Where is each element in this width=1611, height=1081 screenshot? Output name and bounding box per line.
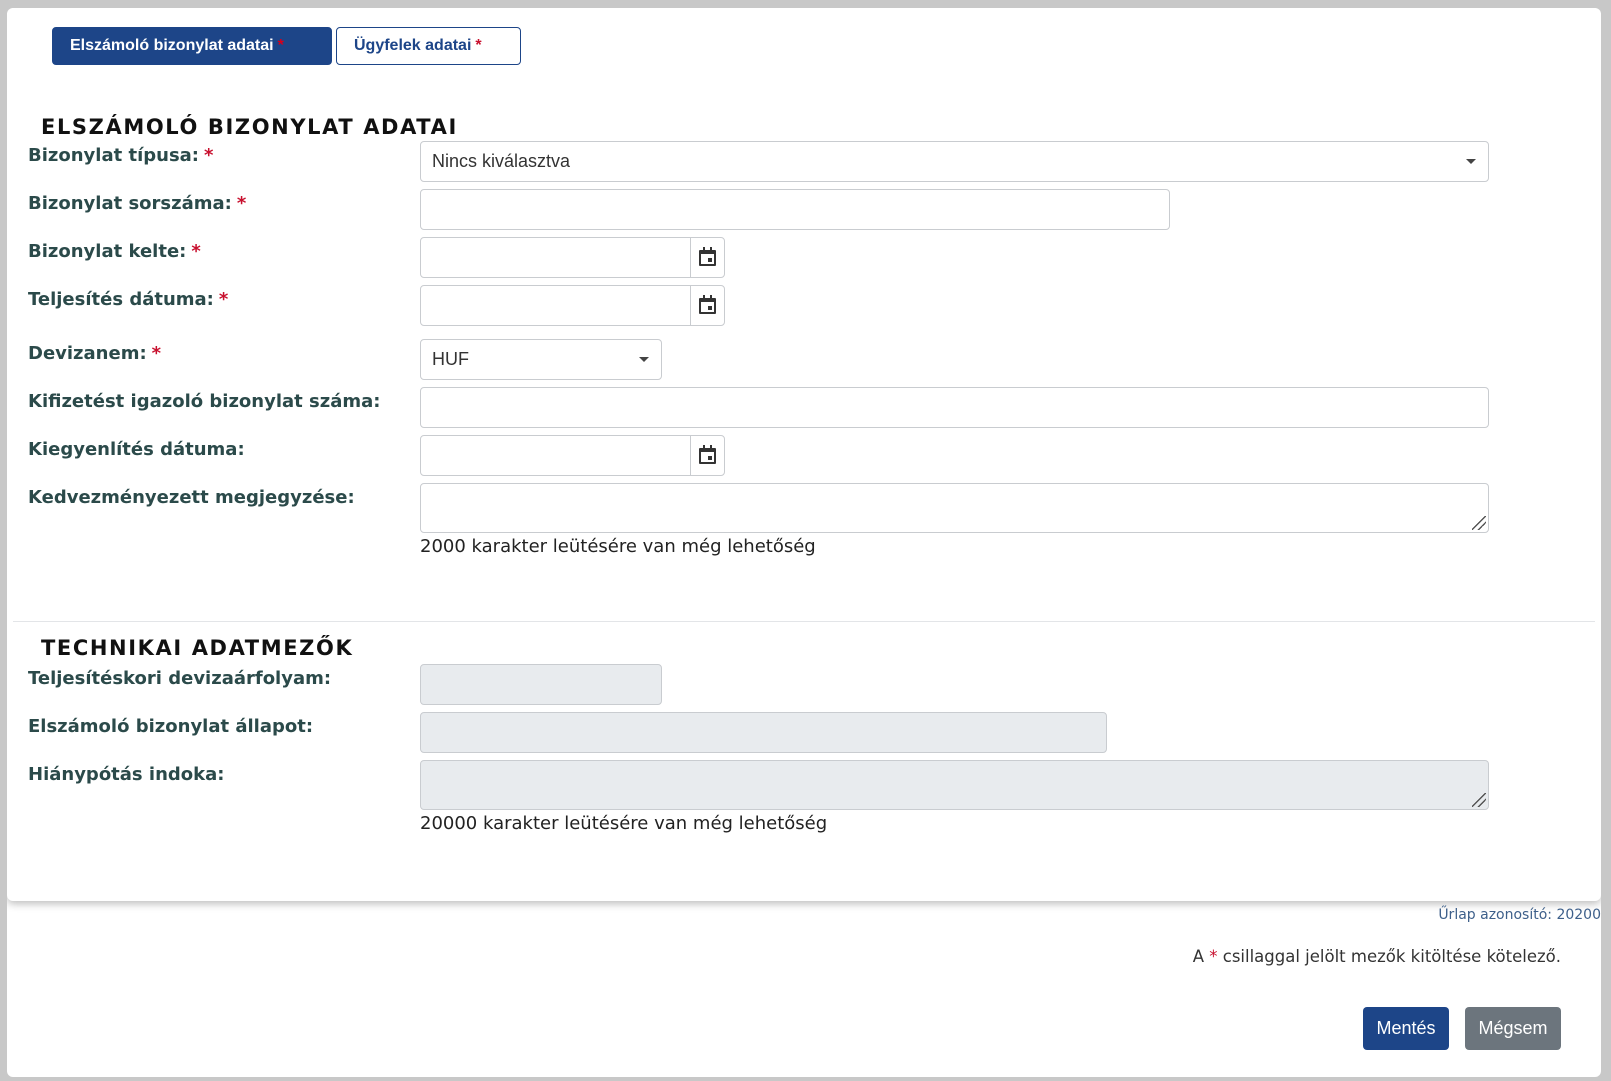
calendar-icon [699, 294, 716, 314]
label-settlement-date: Kiegyenlítés dátuma: [28, 439, 245, 460]
section-divider [13, 621, 1595, 622]
currency-select[interactable]: HUF [420, 339, 662, 380]
calendar-button[interactable] [690, 238, 724, 277]
tab-clients-data[interactable]: Ügyfelek adatai * [336, 27, 521, 65]
label-deficiency-reason: Hiánypótás indoka: [28, 764, 225, 785]
calendar-button[interactable] [690, 286, 724, 325]
label-payment-doc-number: Kifizetést igazoló bizonylat száma: [28, 391, 381, 412]
section-title-document: ELSZÁMOLÓ BIZONYLAT ADATAI [41, 115, 458, 139]
chevron-down-icon [639, 357, 649, 362]
label-exchange-rate: Teljesítéskori devizaárfolyam: [28, 668, 332, 689]
tab-label: Elszámoló bizonylat adatai [70, 37, 274, 54]
doc-status-input [420, 712, 1107, 753]
calendar-button[interactable] [690, 436, 724, 475]
tab-label: Ügyfelek adatai [354, 37, 472, 54]
chevron-down-icon [1466, 159, 1476, 164]
label-doc-type: Bizonylat típusa: * [28, 145, 214, 166]
cancel-button[interactable]: Mégsem [1465, 1007, 1561, 1050]
deficiency-reason-textarea [420, 760, 1489, 810]
doc-date-input[interactable] [420, 237, 725, 278]
required-mark: * [475, 37, 482, 54]
settlement-date-input[interactable] [420, 435, 725, 476]
save-button[interactable]: Mentés [1363, 1007, 1449, 1050]
deficiency-reason-counter: 20000 karakter leütésére van még lehetős… [420, 813, 828, 834]
resize-handle-icon [1472, 793, 1486, 807]
label-doc-number: Bizonylat sorszáma: * [28, 193, 247, 214]
doc-type-select[interactable]: Nincs kiválasztva [420, 141, 1489, 182]
doc-number-input[interactable] [420, 189, 1170, 230]
doc-type-value: Nincs kiválasztva [432, 151, 571, 171]
resize-handle-icon[interactable] [1472, 516, 1486, 530]
calendar-icon [699, 246, 716, 266]
beneficiary-note-counter: 2000 karakter leütésére van még lehetősé… [420, 536, 816, 557]
form-id: Űrlap azonosító: 20200 [1438, 907, 1601, 923]
label-doc-date: Bizonylat kelte: * [28, 241, 201, 262]
label-doc-status: Elszámoló bizonylat állapot: [28, 716, 314, 737]
section-title-technical: TECHNIKAI ADATMEZŐK [41, 636, 354, 660]
required-note: A * csillaggal jelölt mezők kitöltése kö… [1192, 947, 1561, 966]
label-currency: Devizanem: * [28, 343, 162, 364]
required-mark: * [277, 37, 284, 54]
calendar-icon [699, 444, 716, 464]
form-card: Elszámoló bizonylat adatai * Ügyfelek ad… [7, 8, 1601, 901]
payment-doc-number-input[interactable] [420, 387, 1489, 428]
label-beneficiary-note: Kedvezményezett megjegyzése: [28, 487, 355, 508]
label-fulfillment-date: Teljesítés dátuma: * [28, 289, 229, 310]
currency-value: HUF [432, 349, 469, 369]
exchange-rate-input [420, 664, 662, 705]
tab-document-data[interactable]: Elszámoló bizonylat adatai * [52, 27, 332, 65]
page: Elszámoló bizonylat adatai * Ügyfelek ad… [7, 8, 1601, 1077]
beneficiary-note-textarea[interactable] [420, 483, 1489, 533]
fulfillment-date-input[interactable] [420, 285, 725, 326]
